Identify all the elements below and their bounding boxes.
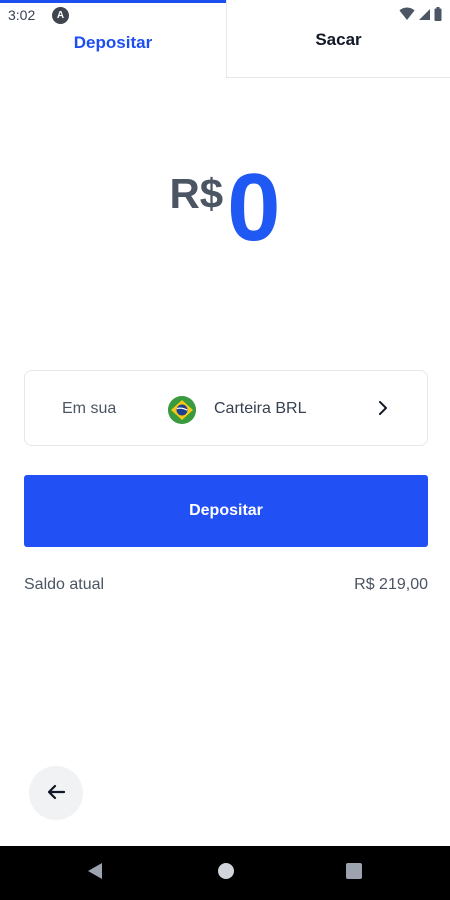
tab-sacar-label: Sacar (315, 30, 362, 49)
nav-back-button[interactable] (65, 846, 125, 900)
wallet-prefix: Em sua (62, 400, 117, 417)
battery-icon (434, 7, 442, 21)
brazil-flag-icon (168, 396, 196, 424)
balance-label: Saldo atual (24, 576, 105, 593)
chevron-right-icon (377, 399, 389, 422)
tab-depositar-label: Depositar (73, 33, 153, 52)
wallet-selector[interactable]: Em sua Carteira BRL (24, 370, 428, 446)
amount-value: 0 (227, 154, 281, 261)
triangle-back-icon (86, 861, 104, 886)
nav-recents-button[interactable] (324, 846, 384, 900)
circle-home-icon (217, 862, 235, 885)
status-icons (399, 7, 442, 21)
back-button[interactable] (29, 766, 83, 820)
wifi-icon (399, 7, 415, 21)
system-nav-bar (0, 846, 450, 900)
amount-currency: R$ (169, 170, 224, 217)
status-time: 3:02 (8, 7, 36, 23)
balance-value: R$ 219,00 (354, 576, 428, 593)
nav-home-button[interactable] (196, 846, 256, 900)
wallet-name: Carteira BRL (214, 400, 307, 417)
square-recents-icon (345, 862, 363, 885)
app-notification-icon: A (52, 7, 69, 24)
signal-icon (418, 8, 431, 21)
status-bar: 3:02 A (0, 0, 450, 30)
amount-display[interactable]: R$ 0 (0, 160, 450, 260)
arrow-left-icon (47, 784, 66, 803)
deposit-button[interactable]: Depositar (24, 475, 428, 547)
